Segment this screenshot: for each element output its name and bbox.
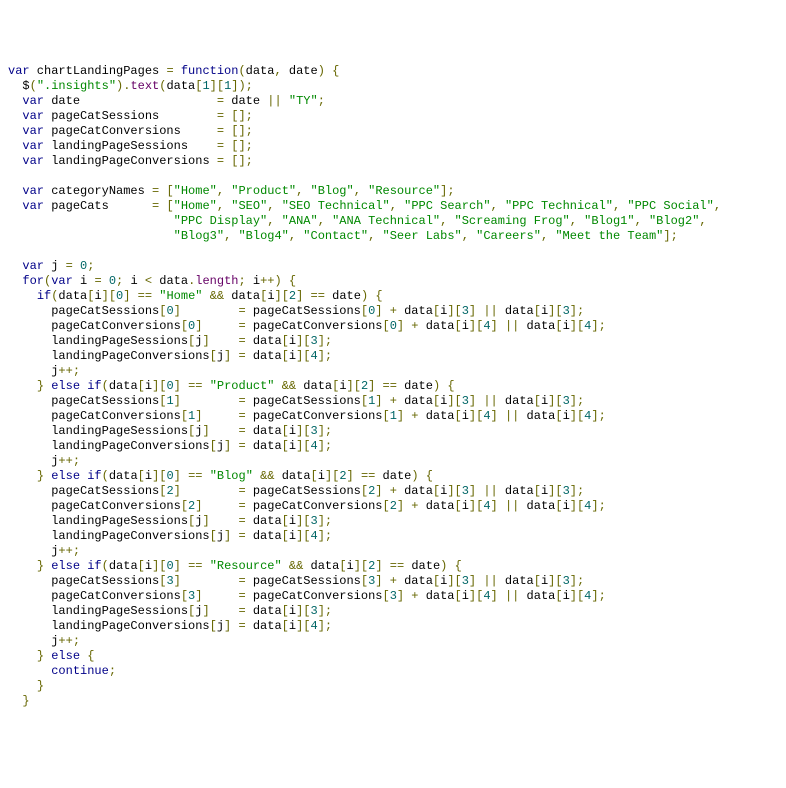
code-block: var chartLandingPages = function(data, d… (8, 64, 778, 709)
